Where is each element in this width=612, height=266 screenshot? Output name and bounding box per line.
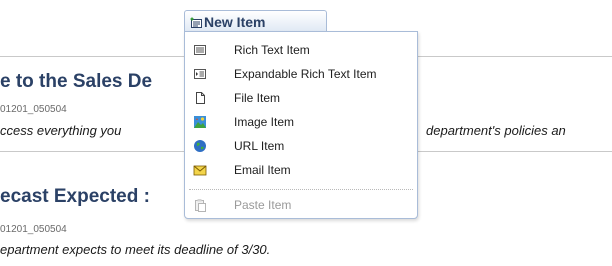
menu-item-label: Image Item	[234, 115, 295, 129]
menu-item-rich-text[interactable]: Rich Text Item	[185, 38, 417, 62]
new-item-button[interactable]: New Item	[184, 10, 327, 32]
article-snippet: ccess everything you	[0, 123, 122, 138]
menu-item-label: URL Item	[234, 139, 285, 153]
new-item-label: New Item	[204, 13, 266, 30]
menu-item-label: Paste Item	[234, 198, 292, 212]
envelope-icon	[193, 163, 207, 177]
menu-item-email[interactable]: Email Item	[185, 158, 417, 182]
article-meta: 01201_050504	[0, 224, 67, 235]
menu-item-label: Expandable Rich Text Item	[234, 67, 377, 81]
article-headline[interactable]: e to the Sales De	[0, 71, 152, 93]
new-item-menu: Rich Text Item Expandable Rich Text Item…	[184, 31, 418, 219]
article-headline[interactable]: ecast Expected :	[0, 186, 150, 208]
image-icon	[193, 115, 207, 129]
menu-item-label: Email Item	[234, 163, 291, 177]
menu-item-expandable-rich-text[interactable]: Expandable Rich Text Item	[185, 62, 417, 86]
article-meta: 01201_050504	[0, 104, 67, 115]
menu-item-image[interactable]: Image Item	[185, 110, 417, 134]
article-snippet: epartment expects to meet its deadline o…	[0, 242, 271, 257]
menu-item-label: File Item	[234, 91, 281, 105]
expandable-rich-text-icon	[193, 67, 207, 81]
article-snippet-continued: department's policies an	[426, 123, 566, 138]
paste-icon	[193, 198, 207, 212]
menu-item-label: Rich Text Item	[234, 43, 310, 57]
file-icon	[193, 91, 207, 105]
rich-text-icon	[193, 43, 207, 57]
menu-item-paste[interactable]: Paste Item	[185, 193, 417, 217]
menu-item-file[interactable]: File Item	[185, 86, 417, 110]
menu-separator	[189, 189, 413, 190]
menu-item-url[interactable]: URL Item	[185, 134, 417, 158]
new-item-icon	[190, 16, 202, 28]
globe-icon	[193, 139, 207, 153]
